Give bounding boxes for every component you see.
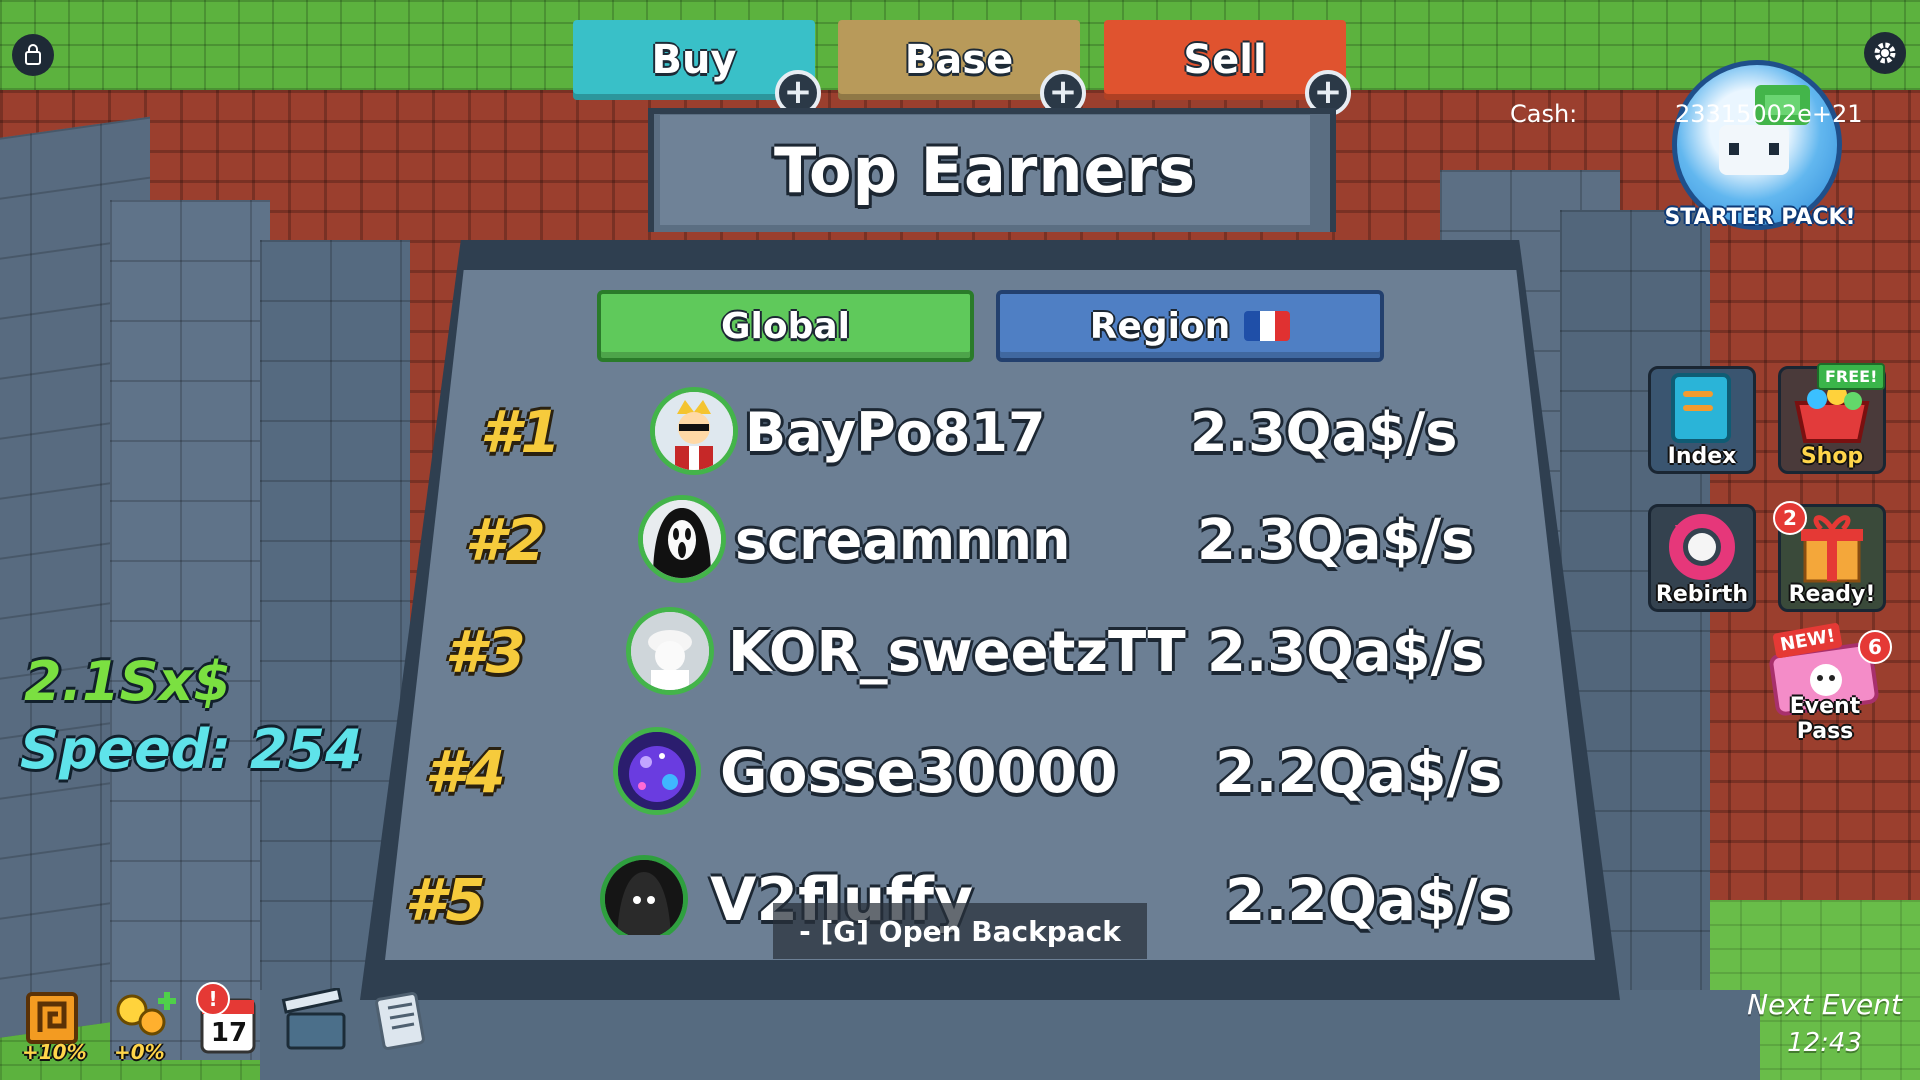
settings-gear-icon[interactable] [1864,32,1906,74]
player-avatar [600,855,688,935]
starter-pack-icon [1719,85,1810,175]
calendar-day: 17 [210,1018,248,1048]
leaderboard-row: #4 Gosse30000 2.2Qa$/s [385,722,1595,822]
daily-calendar-button[interactable]: 17 ! [194,982,274,1068]
player-name: Gosse30000 [720,738,1118,806]
player-name: screamnnn [735,508,1071,572]
roblox-menu-icon[interactable] [12,34,54,76]
earning-rate: 2.3Qa$/s [1207,619,1485,685]
clapperboard-button[interactable] [280,986,360,1068]
earning-rate: 2.3Qa$/s [1197,507,1475,573]
leaderboard-header: Top Earners [660,115,1310,225]
event-pass-count-badge: 6 [1858,630,1892,664]
boost2-label: +0% [114,1040,165,1064]
money-stat: 2.1Sx$ [24,650,231,713]
leaderboard-row: #3 KOR_sweetzTT 2.3Qa$/s [385,602,1595,702]
scroll-icon [375,992,425,1050]
open-backpack-hint[interactable]: - [G] Open Backpack [773,903,1147,959]
rank-label: #4 [425,738,506,806]
leaderboard-row: #2 screamnnn 2.3Qa$/s [385,490,1595,590]
calendar-alert-badge: ! [196,982,230,1016]
next-event-label: Next Event [1747,988,1902,1021]
floor-strip [260,990,1760,1080]
shop-button[interactable]: FREE! Shop [1778,363,1886,474]
rank-label: #2 [465,506,546,574]
leaderboard-list: #1 BayPo817 2.3Qa$/s #2 screamnnn 2.3Qa$… [385,270,1595,935]
friends-boost-button[interactable]: +0% [108,988,188,1068]
rebirth-label: Rebirth [1655,582,1749,607]
event-pass-label: Event Pass [1789,694,1861,744]
starter-pack-label: STARTER PACK! [1664,205,1856,230]
boost1-label: +10% [22,1040,87,1064]
player-name: KOR_sweetzTT [728,619,1186,685]
rebirth-button[interactable]: Rebirth [1648,504,1756,612]
rank-label: #5 [405,866,486,934]
player-name: BayPo817 [745,400,1046,464]
speed-stat: Speed: 254 [20,718,363,781]
rank-label: #3 [445,618,526,686]
leaderboard-row: #1 BayPo817 2.3Qa$/s [385,382,1595,482]
open-backpack-label: - [G] Open Backpack [799,914,1121,948]
index-button[interactable]: Index [1648,366,1756,474]
quest-scroll-button[interactable] [366,988,446,1068]
friends-icon [116,992,176,1036]
book-icon [1671,373,1731,443]
leaderboard-title: Top Earners [773,133,1197,207]
coin-boost-icon [26,992,78,1044]
free-tag: FREE! [1817,363,1886,390]
sell-tab-label: Sell [1183,37,1267,83]
player-avatar [613,727,701,815]
cash-value: 23315002e+21 [1675,100,1863,128]
base-tab-label: Base [904,37,1014,83]
ready-label: Ready! [1788,582,1876,607]
event-pass-button[interactable]: NEW! 6 Event Pass [1760,622,1892,746]
player-avatar [626,607,714,695]
earning-rate: 2.2Qa$/s [1215,738,1503,806]
shop-label: Shop [1800,444,1864,469]
index-label: Index [1667,444,1737,469]
rebirth-arrow-icon [1669,514,1735,580]
ready-count-badge: 2 [1773,501,1807,535]
gift-ready-button[interactable]: 2 Ready! [1773,501,1886,612]
earning-rate: 2.3Qa$/s [1190,400,1458,464]
player-avatar [650,387,738,475]
next-event-timer: 12:43 [1787,1028,1862,1058]
buy-tab-label: Buy [651,37,737,83]
clapperboard-icon [281,986,346,1050]
wall-left-pillar [110,200,270,1060]
rank-label: #1 [480,398,561,466]
boost-rebirth-button[interactable]: +10% [22,988,102,1068]
player-avatar [638,495,726,583]
cash-label: Cash: [1510,100,1578,128]
earning-rate: 2.2Qa$/s [1225,866,1513,934]
